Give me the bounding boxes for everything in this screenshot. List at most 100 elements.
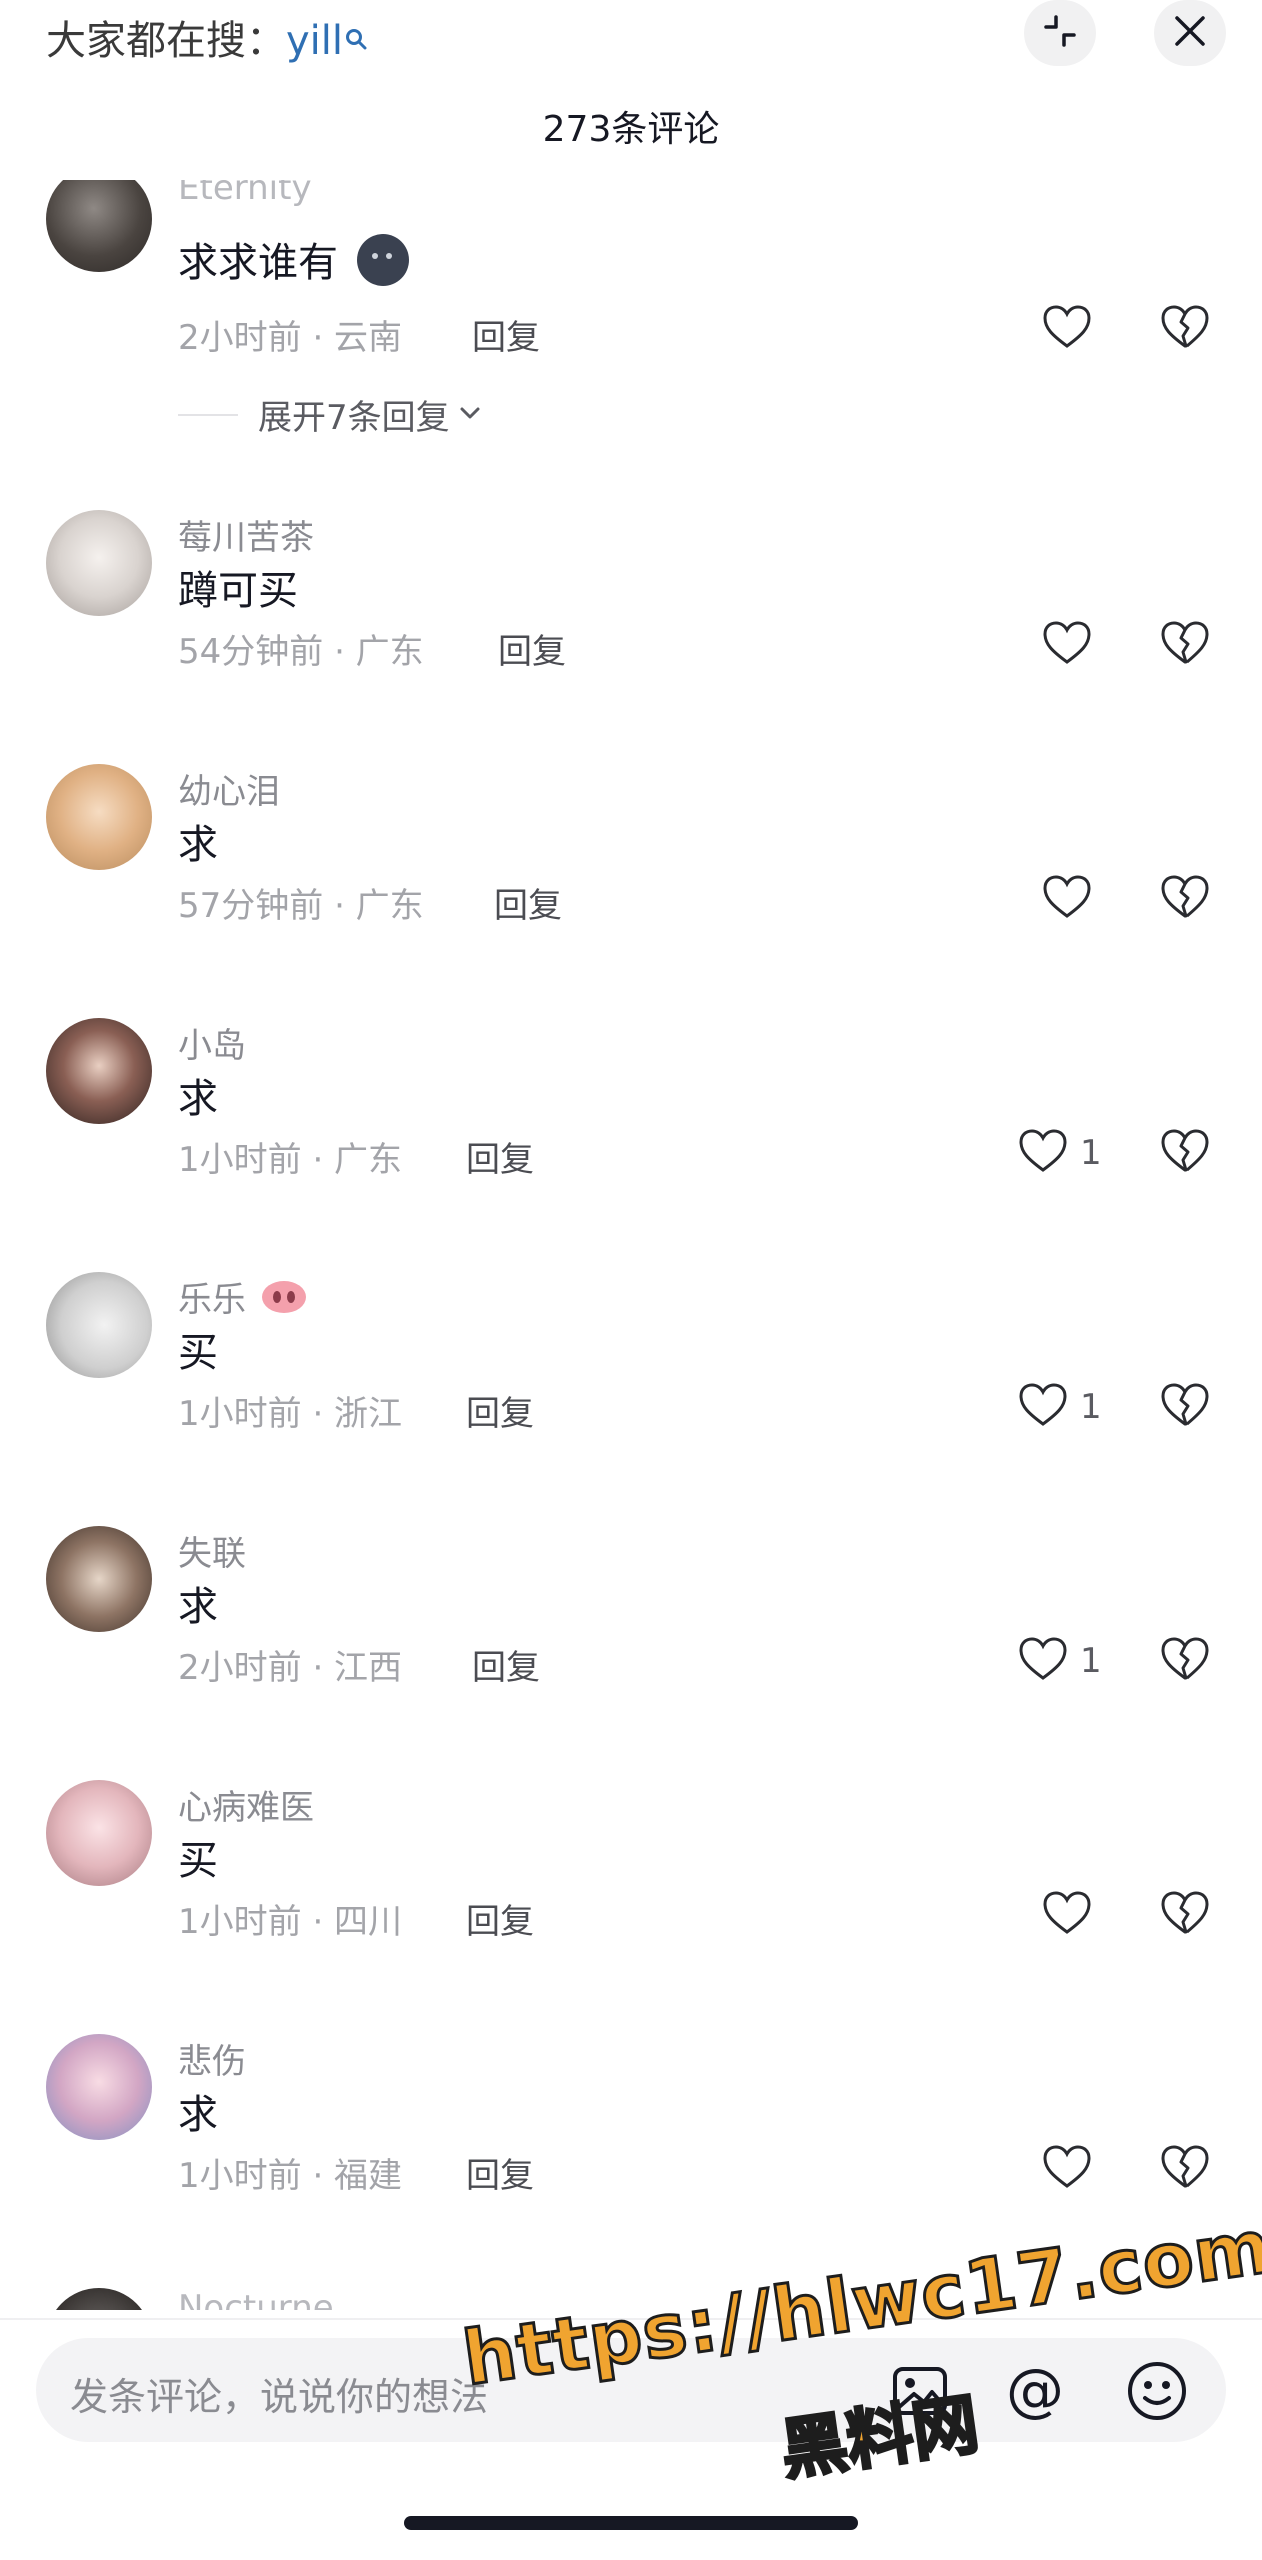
reply-button[interactable]: 回复: [466, 1132, 534, 1181]
comment-username[interactable]: 小岛: [178, 1018, 246, 1067]
like-button[interactable]: [1042, 304, 1092, 354]
reply-button[interactable]: 回复: [472, 1640, 540, 1689]
avatar[interactable]: [46, 1018, 152, 1124]
hot-search-prefix: 大家都在搜：: [46, 18, 286, 64]
comment-username[interactable]: 乐乐: [178, 1272, 307, 1323]
reply-button[interactable]: 回复: [466, 1386, 534, 1435]
comment-meta: 1小时前 · 浙江: [178, 1394, 403, 1434]
hot-search-hint[interactable]: 大家都在搜：yill: [46, 8, 367, 66]
dark-blob-emoji: [355, 232, 411, 298]
comment-meta: 54分钟前 · 广东: [178, 632, 424, 672]
comment-item: 小岛 求 1小时前 · 广东 回复 1: [0, 1018, 1262, 1272]
reply-button[interactable]: 回复: [466, 1894, 534, 1943]
avatar[interactable]: [46, 1526, 152, 1632]
dislike-button[interactable]: [1160, 304, 1210, 354]
comment-username[interactable]: 失联: [178, 1526, 246, 1575]
heart-icon: [1042, 620, 1092, 670]
dislike-button[interactable]: [1160, 1382, 1210, 1432]
emoji-button[interactable]: [1126, 2360, 1188, 2426]
like-count: 1: [1080, 1641, 1102, 1681]
comment-username[interactable]: Eternity: [178, 180, 312, 208]
avatar[interactable]: [46, 2034, 152, 2140]
reply-button[interactable]: 回复: [494, 878, 562, 927]
like-button[interactable]: [1042, 1890, 1092, 1940]
comment-username[interactable]: 心病难医: [178, 1780, 314, 1829]
comment-list[interactable]: Eternity 求求谁有 2小时前 · 云南 回复 展开7条回复 莓川苦茶 蹲…: [0, 180, 1262, 2310]
like-count: 1: [1080, 1133, 1102, 1173]
heart-icon: [1018, 1128, 1068, 1178]
close-icon: [1172, 13, 1208, 53]
comment-username[interactable]: Nocturne: [178, 2288, 334, 2310]
comment-meta: 2小时前 · 江西: [178, 1648, 403, 1688]
heart-icon: [1018, 1382, 1068, 1432]
broken-heart-icon: [1160, 305, 1210, 354]
dislike-button[interactable]: [1160, 620, 1210, 670]
home-indicator[interactable]: [404, 2516, 858, 2530]
avatar[interactable]: [46, 2288, 152, 2310]
expand-replies-button[interactable]: 展开7条回复: [178, 390, 482, 439]
broken-heart-icon: [1160, 875, 1210, 924]
avatar[interactable]: [46, 1780, 152, 1886]
like-button[interactable]: 1: [1018, 1382, 1102, 1432]
comment-input-placeholder: 发条评论，说说你的想法: [70, 2375, 489, 2419]
comment-text: 求求谁有: [178, 230, 411, 298]
heart-icon: [1042, 1890, 1092, 1940]
avatar[interactable]: [46, 764, 152, 870]
comment-username[interactable]: 幼心泪: [178, 764, 280, 813]
comment-text: 买: [178, 1838, 218, 1884]
comment-text: 求: [178, 1076, 218, 1122]
comment-item: 幼心泪 求 57分钟前 · 广东 回复: [0, 764, 1262, 1018]
like-button[interactable]: [1042, 874, 1092, 924]
reply-button[interactable]: 回复: [466, 2148, 534, 2197]
comment-item: Eternity 求求谁有 2小时前 · 云南 回复 展开7条回复: [0, 180, 1262, 480]
comment-text: 求: [178, 2092, 218, 2138]
reply-button[interactable]: 回复: [498, 624, 566, 673]
broken-heart-icon: [1160, 1637, 1210, 1686]
divider-line: [178, 413, 238, 416]
close-button[interactable]: [1154, 0, 1226, 66]
expand-replies-label: 展开7条回复: [258, 398, 450, 438]
avatar[interactable]: [46, 1272, 152, 1378]
comment-meta: 2小时前 · 云南: [178, 318, 403, 358]
dislike-button[interactable]: [1160, 2144, 1210, 2194]
avatar[interactable]: [46, 180, 152, 272]
comment-text: 求: [178, 822, 218, 868]
hot-search-term[interactable]: yill: [286, 18, 343, 64]
reply-button[interactable]: 回复: [472, 310, 540, 359]
comment-text: 蹲可买: [178, 568, 298, 614]
broken-heart-icon: [1160, 1129, 1210, 1178]
comment-count-title: 273条评论: [542, 109, 720, 150]
collapse-button[interactable]: [1024, 0, 1096, 66]
dislike-button[interactable]: [1160, 1636, 1210, 1686]
comment-text: 求: [178, 1584, 218, 1630]
comment-item: 心病难医 买 1小时前 · 四川 回复: [0, 1780, 1262, 2034]
like-button[interactable]: 1: [1018, 1636, 1102, 1686]
broken-heart-icon: [1160, 1891, 1210, 1940]
comment-username-text: 乐乐: [178, 1280, 246, 1320]
comment-meta: 1小时前 · 广东: [178, 1140, 403, 1180]
dislike-button[interactable]: [1160, 874, 1210, 924]
broken-heart-icon: [1160, 1383, 1210, 1432]
emoji-icon: [1126, 2362, 1188, 2426]
heart-icon: [1042, 2144, 1092, 2194]
like-button[interactable]: [1042, 2144, 1092, 2194]
comment-item: 莓川苦茶 蹲可买 54分钟前 · 广东 回复: [0, 510, 1262, 764]
comment-meta: 57分钟前 · 广东: [178, 886, 424, 926]
dislike-button[interactable]: [1160, 1890, 1210, 1940]
comment-panel: 大家都在搜：yill 273条评论 Eternity 求求谁有 2小时前 · 云…: [0, 0, 1262, 2560]
broken-heart-icon: [1160, 2145, 1210, 2194]
at-button[interactable]: @: [1006, 2356, 1064, 2424]
like-count: 1: [1080, 1387, 1102, 1427]
comment-username[interactable]: 莓川苦茶: [178, 510, 314, 559]
broken-heart-icon: [1160, 621, 1210, 670]
like-button[interactable]: 1: [1018, 1128, 1102, 1178]
heart-icon: [1042, 874, 1092, 924]
comment-item: 失联 求 2小时前 · 江西 回复 1: [0, 1526, 1262, 1780]
comment-username[interactable]: 悲伤: [178, 2034, 246, 2083]
comment-meta: 1小时前 · 四川: [178, 1902, 403, 1942]
comment-text: 买: [178, 1330, 218, 1376]
top-bar: 大家都在搜：yill 273条评论: [0, 0, 1262, 150]
like-button[interactable]: [1042, 620, 1092, 670]
avatar[interactable]: [46, 510, 152, 616]
dislike-button[interactable]: [1160, 1128, 1210, 1178]
